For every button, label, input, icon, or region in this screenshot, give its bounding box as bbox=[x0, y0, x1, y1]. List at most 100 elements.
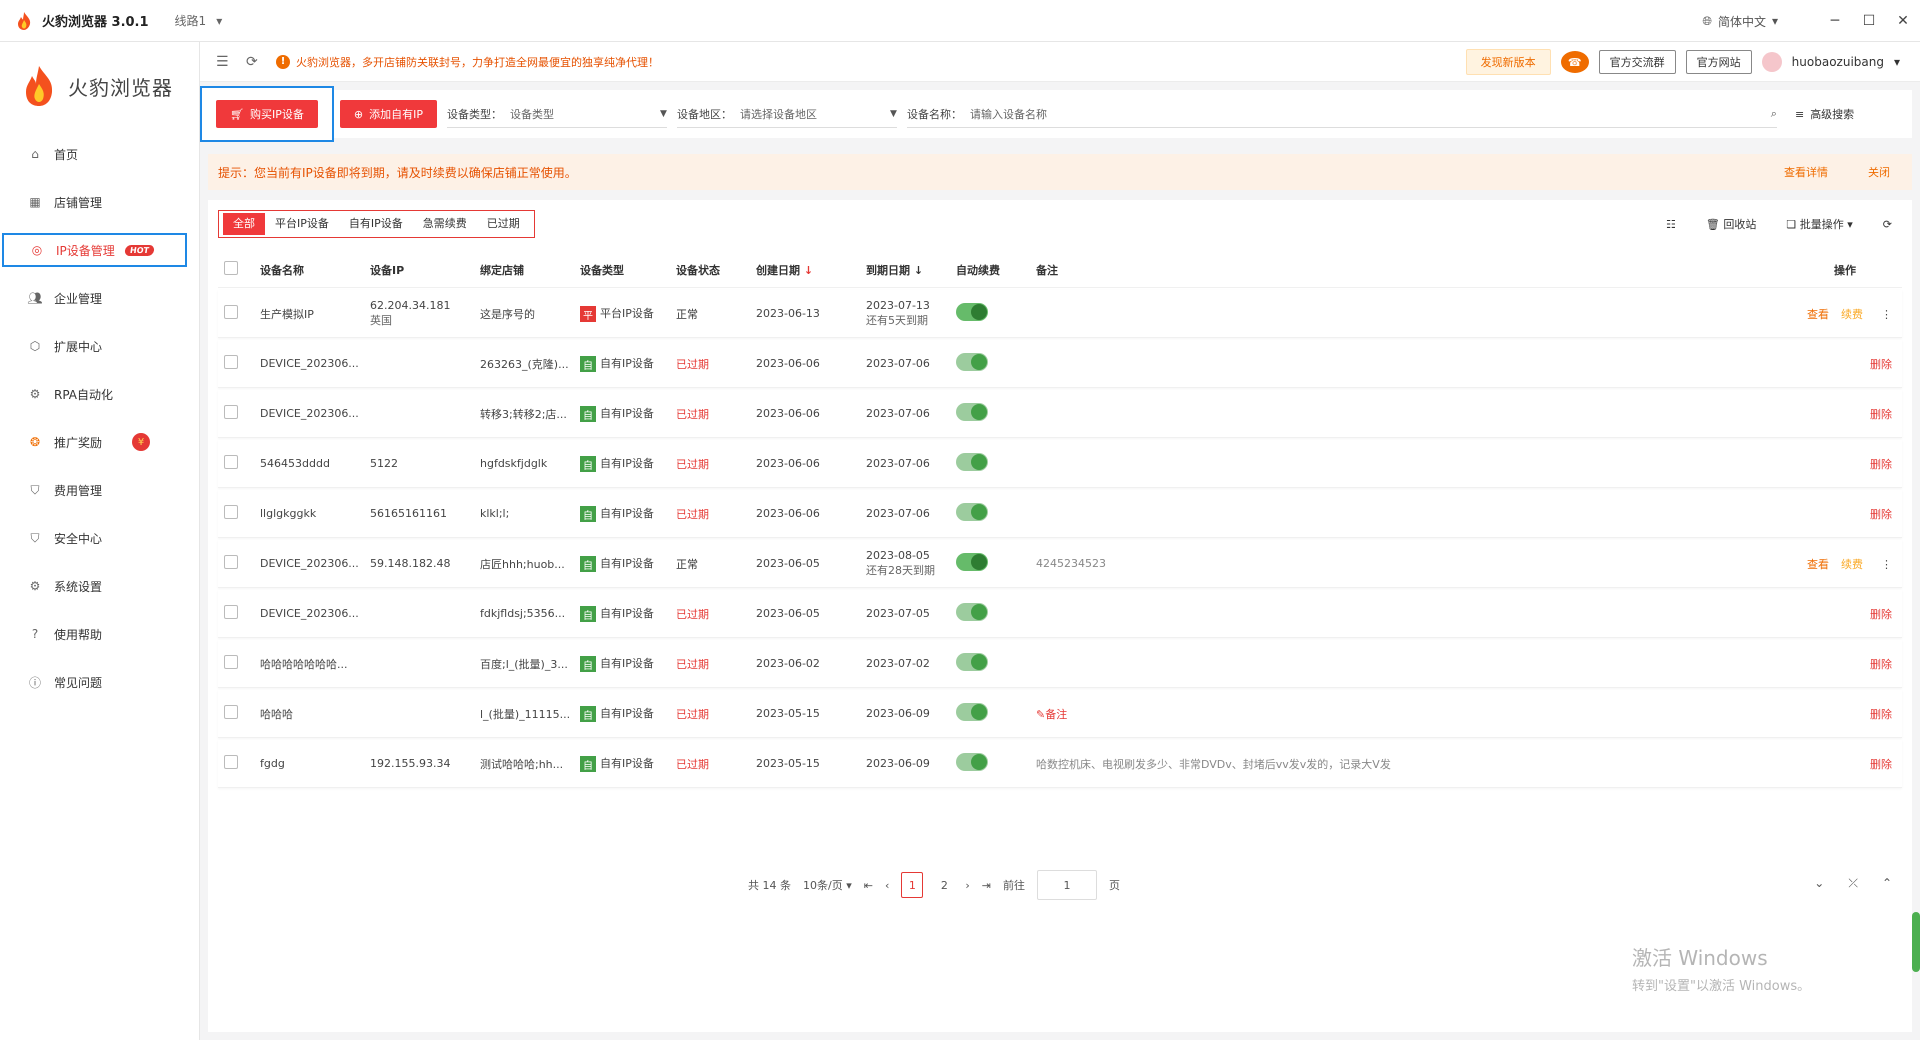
row-checkbox[interactable] bbox=[224, 405, 238, 419]
add-own-ip-button[interactable]: ⊕ 添加自有IP bbox=[339, 100, 437, 128]
auto-renew-toggle[interactable] bbox=[956, 303, 988, 321]
sidebar-item-faq[interactable]: ⓘ 常见问题 bbox=[0, 658, 199, 706]
table-row[interactable]: llglgkggkk 56165161161 klkl;l; 自自有IP设备 已… bbox=[218, 490, 1902, 538]
sidebar-item-settings[interactable]: ⚙︎ 系统设置 bbox=[0, 562, 199, 610]
buy-ip-button[interactable]: 🛒︎ 购买IP设备 bbox=[216, 100, 318, 128]
username[interactable]: huobaozuibang bbox=[1792, 55, 1884, 69]
sidebar-item-ip-devices[interactable]: ◎ IP设备管理 HOT bbox=[2, 233, 187, 267]
close-button[interactable]: ✕ bbox=[1886, 13, 1920, 29]
row-checkbox[interactable] bbox=[224, 755, 238, 769]
page-size-select[interactable]: 10条/页 ▾ bbox=[803, 877, 852, 893]
maximize-button[interactable]: ☐ bbox=[1852, 13, 1886, 29]
column-header-sortable[interactable]: 到期日期 ↓ bbox=[866, 252, 956, 288]
refresh-icon[interactable]: ⟳ bbox=[246, 54, 264, 70]
table-row[interactable]: 546453dddd 5122 hgfdskfjdglk 自自有IP设备 已过期… bbox=[218, 440, 1902, 488]
table-row[interactable]: DEVICE_202306... fdkjfldsj;5356... 自自有IP… bbox=[218, 590, 1902, 638]
column-settings-icon[interactable]: ☷ bbox=[1666, 218, 1676, 231]
last-page-icon[interactable]: ⇥ bbox=[982, 879, 991, 892]
device-type-select[interactable]: 设备类型： 设备类型 ▼ bbox=[446, 100, 667, 128]
more-icon[interactable]: ⋮ bbox=[1881, 558, 1892, 571]
device-name-search[interactable]: 设备名称： 请输入设备名称 ⌕ bbox=[906, 100, 1777, 128]
goto-page-input[interactable]: 1 bbox=[1036, 870, 1097, 900]
scroll-up-icon[interactable]: ⌃ bbox=[1882, 876, 1892, 891]
edit-note-button[interactable]: ✎备注 bbox=[1036, 708, 1067, 721]
page-1-button[interactable]: 1 bbox=[901, 872, 924, 898]
row-checkbox[interactable] bbox=[224, 655, 238, 669]
delete-button[interactable]: 删除 bbox=[1870, 508, 1892, 521]
search-icon[interactable]: ⌕ bbox=[1771, 107, 1777, 121]
auto-renew-toggle[interactable] bbox=[956, 753, 988, 771]
sidebar-item-home[interactable]: ⌂ 首页 bbox=[0, 130, 199, 178]
close-alert-link[interactable]: 关闭 bbox=[1868, 164, 1890, 180]
scroll-down-icon[interactable]: ⌄ bbox=[1814, 876, 1824, 891]
auto-renew-toggle[interactable] bbox=[956, 503, 988, 521]
recycle-bin-button[interactable]: 🗑︎ 回收站 bbox=[1706, 216, 1756, 232]
batch-operation-button[interactable]: ❏ 批量操作 ▾ bbox=[1786, 216, 1852, 232]
table-row[interactable]: 哈哈哈 l_(批量)_11115... 自自有IP设备 已过期 2023-05-… bbox=[218, 690, 1902, 738]
delete-button[interactable]: 删除 bbox=[1870, 658, 1892, 671]
auto-renew-toggle[interactable] bbox=[956, 653, 988, 671]
advanced-search-button[interactable]: ≡ 高级搜索 bbox=[1795, 106, 1854, 122]
delete-button[interactable]: 删除 bbox=[1870, 608, 1892, 621]
view-details-link[interactable]: 查看详情 bbox=[1784, 164, 1828, 180]
row-checkbox[interactable] bbox=[224, 505, 238, 519]
route-selector[interactable]: 线路1 ▾ bbox=[175, 12, 223, 29]
table-row[interactable]: DEVICE_202306... 59.148.182.48 店匠hhh;huo… bbox=[218, 540, 1902, 588]
delete-button[interactable]: 删除 bbox=[1870, 408, 1892, 421]
table-row[interactable]: fgdg 192.155.93.34 测试哈哈哈;hh... 自自有IP设备 已… bbox=[218, 740, 1902, 788]
minimize-button[interactable]: ─ bbox=[1818, 13, 1852, 29]
row-checkbox[interactable] bbox=[224, 355, 238, 369]
sidebar-item-rpa[interactable]: ⚙︎ RPA自动化 bbox=[0, 370, 199, 418]
auto-renew-toggle[interactable] bbox=[956, 353, 988, 371]
sidebar-item-enterprise[interactable]: 👥︎ 企业管理 bbox=[0, 274, 199, 322]
sidebar-item-security[interactable]: ⛉ 安全中心 bbox=[0, 514, 199, 562]
more-icon[interactable]: ⋮ bbox=[1881, 308, 1892, 321]
row-checkbox[interactable] bbox=[224, 605, 238, 619]
delete-button[interactable]: 删除 bbox=[1870, 758, 1892, 771]
tab-platform[interactable]: 平台IP设备 bbox=[265, 213, 339, 235]
device-name-input[interactable]: 请输入设备名称 bbox=[970, 106, 1771, 122]
delete-button[interactable]: 删除 bbox=[1870, 458, 1892, 471]
row-checkbox[interactable] bbox=[224, 455, 238, 469]
official-site-button[interactable]: 官方网站 bbox=[1685, 50, 1752, 74]
chevron-down-icon[interactable]: ▾ bbox=[1894, 55, 1900, 69]
sidebar-item-rewards[interactable]: ❂ 推广奖励 ¥ bbox=[0, 418, 199, 466]
new-version-button[interactable]: 发现新版本 bbox=[1465, 49, 1551, 75]
renew-button[interactable]: 续费 bbox=[1841, 308, 1863, 321]
table-row[interactable]: 哈哈哈哈哈哈哈... 百度;l_(批量)_3... 自自有IP设备 已过期 20… bbox=[218, 640, 1902, 688]
scrollbar-thumb[interactable] bbox=[1912, 912, 1920, 972]
sidebar-item-help[interactable]: ? 使用帮助 bbox=[0, 610, 199, 658]
column-header-sortable[interactable]: 创建日期 ↓ bbox=[756, 252, 866, 288]
next-page-icon[interactable]: › bbox=[965, 879, 969, 892]
prev-page-icon[interactable]: ‹ bbox=[885, 879, 889, 892]
first-page-icon[interactable]: ⇤ bbox=[864, 879, 873, 892]
row-checkbox[interactable] bbox=[224, 555, 238, 569]
official-group-button[interactable]: 官方交流群 bbox=[1598, 50, 1676, 74]
delete-button[interactable]: 删除 bbox=[1870, 358, 1892, 371]
auto-renew-toggle[interactable] bbox=[956, 403, 988, 421]
avatar[interactable] bbox=[1761, 52, 1782, 72]
tab-own[interactable]: 自有IP设备 bbox=[339, 213, 413, 235]
auto-renew-toggle[interactable] bbox=[956, 453, 988, 471]
tab-all[interactable]: 全部 bbox=[223, 213, 265, 235]
renew-button[interactable]: 续费 bbox=[1841, 558, 1863, 571]
table-row[interactable]: DEVICE_202306... 转移3;转移2;店... 自自有IP设备 已过… bbox=[218, 390, 1902, 438]
customer-service-icon[interactable]: ☎︎ bbox=[1560, 51, 1589, 73]
page-2-button[interactable]: 2 bbox=[935, 879, 953, 892]
sidebar-item-billing[interactable]: ⛉ 费用管理 bbox=[0, 466, 199, 514]
tab-expired[interactable]: 已过期 bbox=[477, 213, 530, 235]
collapse-icon[interactable]: ⤫ bbox=[1848, 876, 1858, 891]
table-row[interactable]: 生产模拟IP 62.204.34.181 英国 这是序号的 平平台IP设备 正常 … bbox=[218, 290, 1902, 338]
row-checkbox[interactable] bbox=[224, 705, 238, 719]
sidebar-item-extensions[interactable]: ⬡ 扩展中心 bbox=[0, 322, 199, 370]
auto-renew-toggle[interactable] bbox=[956, 603, 988, 621]
sidebar-item-shops[interactable]: ▦ 店铺管理 bbox=[0, 178, 199, 226]
view-button[interactable]: 查看 bbox=[1807, 558, 1829, 571]
tab-urgent[interactable]: 急需续费 bbox=[413, 213, 477, 235]
delete-button[interactable]: 删除 bbox=[1870, 708, 1892, 721]
table-row[interactable]: DEVICE_202306... 263263_(克隆)... 自自有IP设备 … bbox=[218, 340, 1902, 388]
language-selector[interactable]: 🌐︎ 简体中文 ▾ bbox=[1702, 13, 1778, 30]
select-all-checkbox[interactable] bbox=[224, 261, 238, 275]
auto-renew-toggle[interactable] bbox=[956, 553, 988, 571]
collapse-menu-icon[interactable]: ☰ bbox=[216, 54, 234, 70]
